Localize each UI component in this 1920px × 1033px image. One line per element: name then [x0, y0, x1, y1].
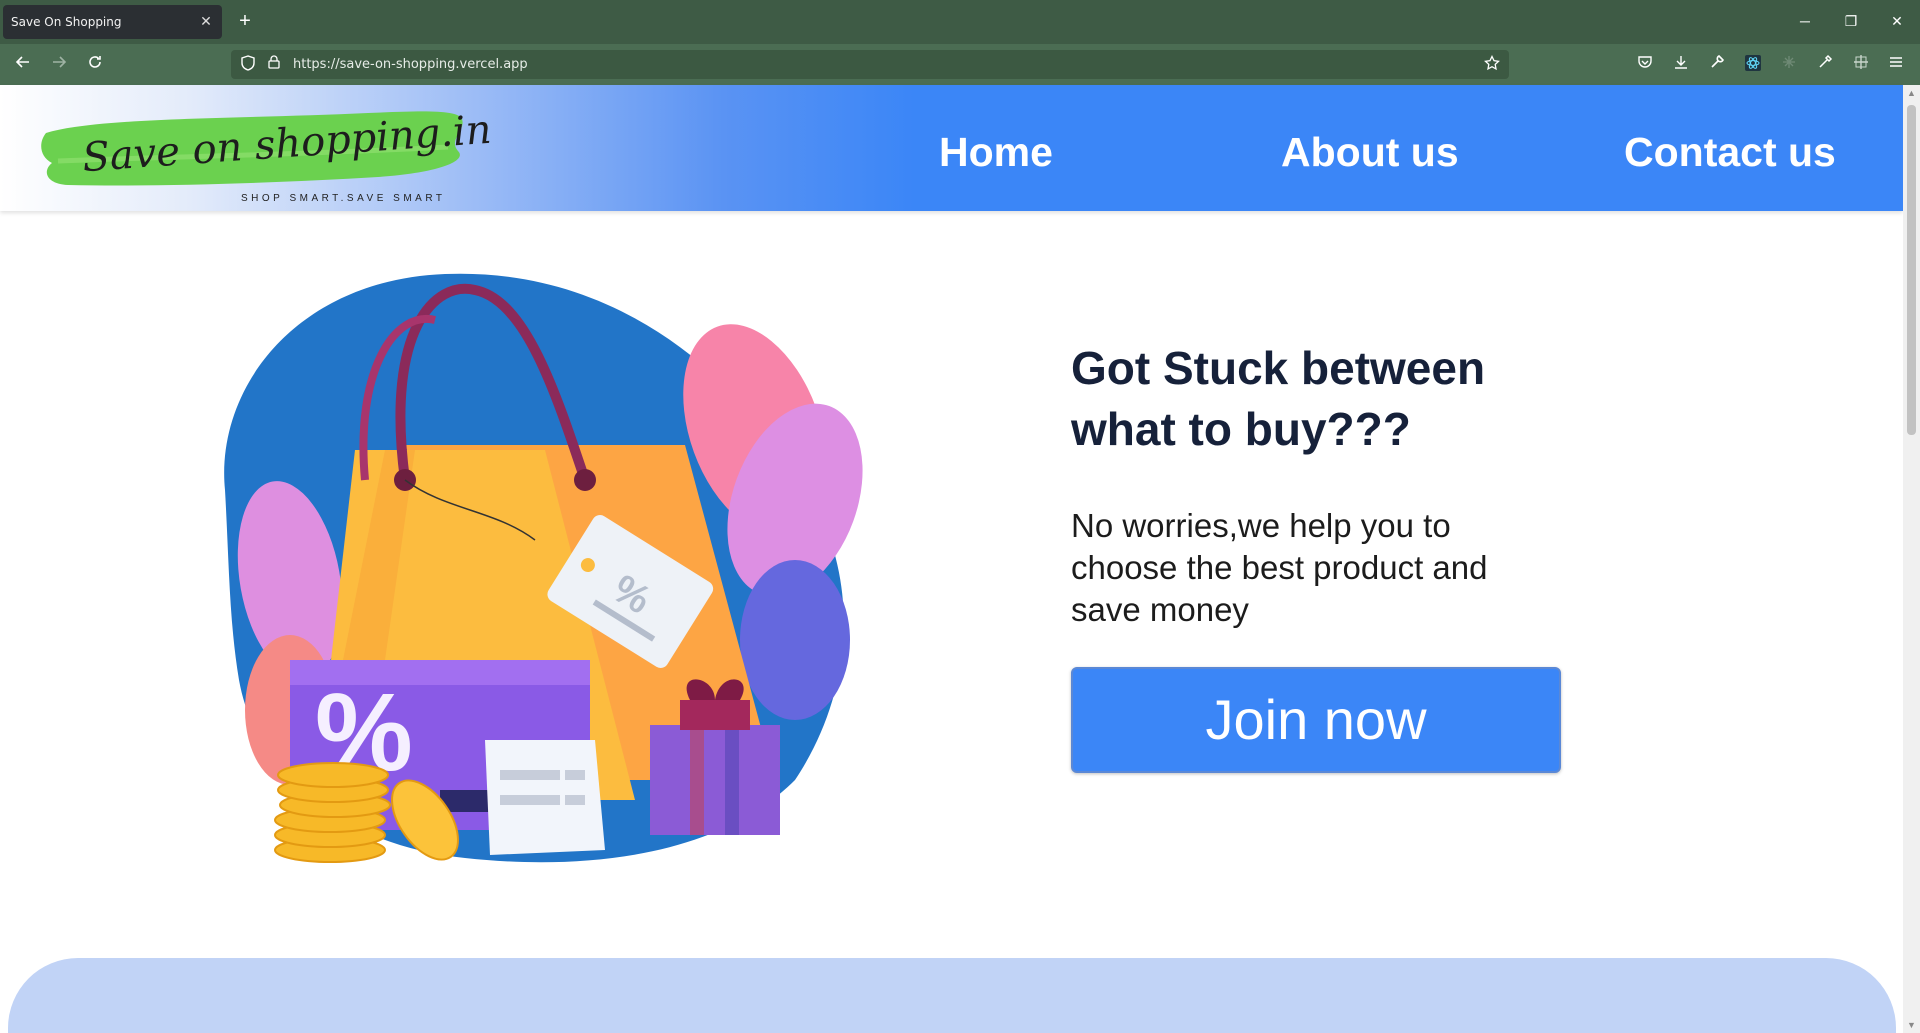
restore-button[interactable]: ❐ [1838, 10, 1864, 32]
browser-tab-bar: Save On Shopping ✕ + ─ ❐ ✕ [0, 0, 1920, 44]
site-header: Save on shopping.in SHOP SMART.SAVE SMAR… [0, 85, 1903, 211]
tab-close-icon[interactable]: ✕ [198, 13, 214, 29]
tab-title: Save On Shopping [11, 15, 122, 29]
scroll-up-arrow-icon[interactable]: ▲ [1903, 85, 1920, 101]
react-devtools-icon[interactable] [1742, 54, 1764, 76]
shield-icon[interactable] [239, 55, 257, 73]
url-bar[interactable]: https://save-on-shopping.vercel.app [231, 50, 1509, 79]
window-close-button[interactable]: ✕ [1884, 10, 1910, 32]
hero-subtitle: No worries,we help you to choose the bes… [1071, 507, 1488, 628]
nav-link-about-us[interactable]: About us [1281, 129, 1459, 176]
logo-tagline: SHOP SMART.SAVE SMART [241, 193, 446, 204]
shopping-bag-illustration: % % [215, 270, 875, 870]
next-section-panel [8, 958, 1896, 1033]
new-tab-button[interactable]: + [234, 10, 256, 32]
nav-link-contact-us[interactable]: Contact us [1624, 129, 1836, 176]
nav-link-home[interactable]: Home [939, 129, 1053, 176]
reload-icon[interactable] [84, 54, 106, 76]
extension-icon[interactable] [1778, 54, 1800, 76]
url-text[interactable]: https://save-on-shopping.vercel.app [293, 57, 528, 72]
wrench-icon[interactable] [1706, 54, 1728, 76]
minimize-button[interactable]: ─ [1792, 10, 1818, 32]
menu-hamburger-icon[interactable] [1885, 54, 1907, 76]
join-now-button[interactable]: Join now [1071, 667, 1561, 773]
site-logo[interactable]: Save on shopping.in SHOP SMART.SAVE SMAR… [38, 99, 493, 204]
lock-icon[interactable] [265, 55, 283, 73]
back-arrow-icon[interactable] [12, 54, 34, 76]
eyedropper-icon[interactable] [1814, 54, 1836, 76]
bookmark-star-icon[interactable] [1483, 54, 1501, 73]
grid-icon[interactable] [1850, 54, 1872, 76]
hero-title: Got Stuck between what to buy??? [1071, 342, 1486, 455]
browser-tab[interactable]: Save On Shopping ✕ [3, 5, 222, 39]
forward-arrow-icon[interactable] [48, 54, 70, 76]
scrollbar-thumb[interactable] [1907, 105, 1916, 435]
pocket-icon[interactable] [1634, 54, 1656, 76]
scroll-down-arrow-icon[interactable]: ▼ [1903, 1017, 1920, 1033]
page-scrollbar[interactable]: ▲ ▼ [1903, 85, 1920, 1033]
download-icon[interactable] [1670, 54, 1692, 76]
